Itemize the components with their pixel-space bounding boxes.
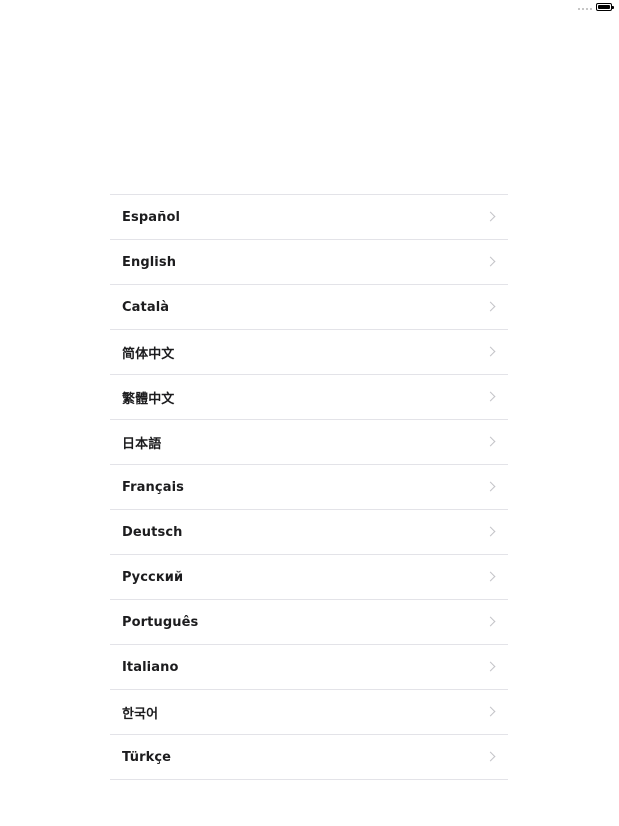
language-label: Português bbox=[122, 614, 199, 630]
language-label: English bbox=[122, 254, 177, 270]
chevron-right-icon bbox=[485, 436, 496, 447]
language-row-catala[interactable]: Català bbox=[110, 285, 508, 330]
chevron-right-icon bbox=[485, 661, 496, 672]
language-list: Español English Català 简体中文 繁體中文 日本語 Fra… bbox=[110, 194, 508, 780]
chevron-right-icon bbox=[485, 526, 496, 537]
language-label: Català bbox=[122, 299, 170, 315]
language-row-traditional-chinese[interactable]: 繁體中文 bbox=[110, 375, 508, 420]
language-row-turkce[interactable]: Türkçe bbox=[110, 735, 508, 779]
language-label: 한국어 bbox=[122, 706, 159, 722]
language-row-espanol[interactable]: Español bbox=[110, 195, 508, 240]
chevron-right-icon bbox=[485, 571, 496, 582]
language-row-francais[interactable]: Français bbox=[110, 465, 508, 510]
language-row-portugues[interactable]: Português bbox=[110, 600, 508, 645]
chevron-right-icon bbox=[485, 346, 496, 357]
chevron-right-icon bbox=[485, 616, 496, 627]
signal-dots-icon bbox=[578, 8, 592, 10]
language-label: Deutsch bbox=[122, 524, 183, 540]
language-row-english[interactable]: English bbox=[110, 240, 508, 285]
chevron-right-icon bbox=[485, 481, 496, 492]
chevron-right-icon bbox=[485, 301, 496, 312]
chevron-right-icon bbox=[485, 706, 496, 717]
language-label: 简体中文 bbox=[122, 346, 175, 362]
language-row-japanese[interactable]: 日本語 bbox=[110, 420, 508, 465]
chevron-right-icon bbox=[485, 751, 496, 762]
status-bar bbox=[0, 0, 619, 14]
language-label: Français bbox=[122, 479, 184, 495]
chevron-right-icon bbox=[485, 391, 496, 402]
language-label: Türkçe bbox=[122, 749, 172, 765]
battery-full-icon bbox=[596, 3, 614, 11]
chevron-right-icon bbox=[485, 211, 496, 222]
chevron-right-icon bbox=[485, 256, 496, 267]
language-row-simplified-chinese[interactable]: 简体中文 bbox=[110, 330, 508, 375]
language-label: 日本語 bbox=[122, 436, 162, 452]
language-label: Español bbox=[122, 209, 181, 225]
language-label: Русский bbox=[122, 569, 184, 585]
language-row-russian[interactable]: Русский bbox=[110, 555, 508, 600]
language-label: Italiano bbox=[122, 659, 179, 675]
language-row-deutsch[interactable]: Deutsch bbox=[110, 510, 508, 555]
language-label: 繁體中文 bbox=[122, 391, 175, 407]
language-row-italiano[interactable]: Italiano bbox=[110, 645, 508, 690]
language-row-korean[interactable]: 한국어 bbox=[110, 690, 508, 735]
